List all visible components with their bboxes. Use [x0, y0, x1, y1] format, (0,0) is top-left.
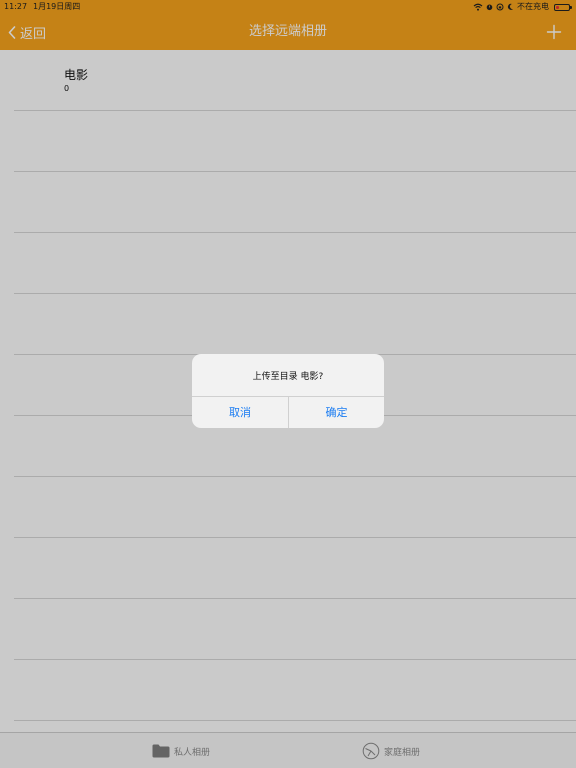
- cancel-button[interactable]: 取消: [192, 397, 288, 428]
- dialog-message: 上传至目录 电影?: [252, 372, 324, 382]
- confirm-button[interactable]: 确定: [289, 397, 384, 428]
- confirm-upload-dialog: 上传至目录 电影? 取消 确定: [192, 354, 384, 428]
